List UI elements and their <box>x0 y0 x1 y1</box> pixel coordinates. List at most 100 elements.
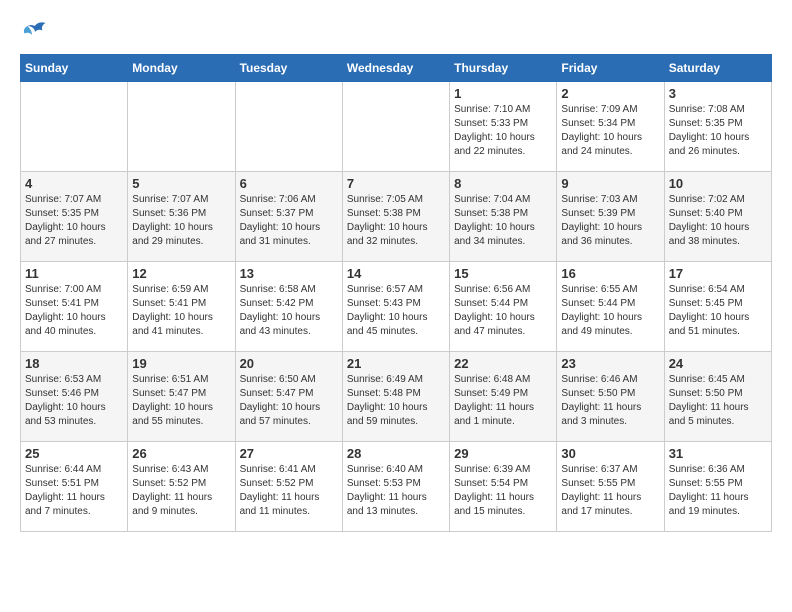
day-number: 11 <box>25 266 123 281</box>
day-number: 18 <box>25 356 123 371</box>
day-info: Sunrise: 6:41 AM Sunset: 5:52 PM Dayligh… <box>240 463 338 519</box>
calendar-cell: 26 Sunrise: 6:43 AM Sunset: 5:52 PM Dayli… <box>128 442 235 532</box>
day-number: 5 <box>132 176 230 191</box>
header <box>20 20 772 44</box>
calendar-cell: 14 Sunrise: 6:57 AM Sunset: 5:43 PM Dayli… <box>342 262 449 352</box>
weekday-header-wednesday: Wednesday <box>342 55 449 82</box>
day-info: Sunrise: 6:51 AM Sunset: 5:47 PM Dayligh… <box>132 373 230 429</box>
calendar-cell: 10 Sunrise: 7:02 AM Sunset: 5:40 PM Dayli… <box>664 172 771 262</box>
day-number: 21 <box>347 356 445 371</box>
calendar-body: 1 Sunrise: 7:10 AM Sunset: 5:33 PM Daylig… <box>21 82 772 532</box>
calendar-cell: 8 Sunrise: 7:04 AM Sunset: 5:38 PM Daylig… <box>450 172 557 262</box>
day-number: 30 <box>561 446 659 461</box>
day-info: Sunrise: 6:57 AM Sunset: 5:43 PM Dayligh… <box>347 283 445 339</box>
day-number: 23 <box>561 356 659 371</box>
calendar-cell: 12 Sunrise: 6:59 AM Sunset: 5:41 PM Dayli… <box>128 262 235 352</box>
calendar-cell: 1 Sunrise: 7:10 AM Sunset: 5:33 PM Daylig… <box>450 82 557 172</box>
logo <box>20 20 54 44</box>
calendar-cell: 21 Sunrise: 6:49 AM Sunset: 5:48 PM Dayli… <box>342 352 449 442</box>
logo-bird-icon <box>20 20 50 44</box>
day-number: 2 <box>561 86 659 101</box>
day-number: 17 <box>669 266 767 281</box>
day-info: Sunrise: 6:53 AM Sunset: 5:46 PM Dayligh… <box>25 373 123 429</box>
weekday-header-thursday: Thursday <box>450 55 557 82</box>
day-number: 8 <box>454 176 552 191</box>
day-info: Sunrise: 6:37 AM Sunset: 5:55 PM Dayligh… <box>561 463 659 519</box>
day-info: Sunrise: 6:45 AM Sunset: 5:50 PM Dayligh… <box>669 373 767 429</box>
day-number: 16 <box>561 266 659 281</box>
weekday-header-friday: Friday <box>557 55 664 82</box>
calendar-week-row: 1 Sunrise: 7:10 AM Sunset: 5:33 PM Daylig… <box>21 82 772 172</box>
day-info: Sunrise: 7:09 AM Sunset: 5:34 PM Dayligh… <box>561 103 659 159</box>
calendar-cell: 24Sunrise: 6:45 AM Sunset: 5:50 PM Dayli… <box>664 352 771 442</box>
day-info: Sunrise: 6:54 AM Sunset: 5:45 PM Dayligh… <box>669 283 767 339</box>
calendar-cell: 17 Sunrise: 6:54 AM Sunset: 5:45 PM Dayli… <box>664 262 771 352</box>
day-info: Sunrise: 6:59 AM Sunset: 5:41 PM Dayligh… <box>132 283 230 339</box>
day-info: Sunrise: 7:10 AM Sunset: 5:33 PM Dayligh… <box>454 103 552 159</box>
calendar-week-row: 25 Sunrise: 6:44 AM Sunset: 5:51 PM Dayli… <box>21 442 772 532</box>
day-info: Sunrise: 7:00 AM Sunset: 5:41 PM Dayligh… <box>25 283 123 339</box>
day-info: Sunrise: 6:43 AM Sunset: 5:52 PM Dayligh… <box>132 463 230 519</box>
day-number: 12 <box>132 266 230 281</box>
day-number: 10 <box>669 176 767 191</box>
weekday-header-sunday: Sunday <box>21 55 128 82</box>
day-info: Sunrise: 6:39 AM Sunset: 5:54 PM Dayligh… <box>454 463 552 519</box>
day-info: Sunrise: 7:08 AM Sunset: 5:35 PM Dayligh… <box>669 103 767 159</box>
day-info: Sunrise: 7:06 AM Sunset: 5:37 PM Dayligh… <box>240 193 338 249</box>
calendar-header: SundayMondayTuesdayWednesdayThursdayFrid… <box>21 55 772 82</box>
day-number: 4 <box>25 176 123 191</box>
calendar-cell: 27 Sunrise: 6:41 AM Sunset: 5:52 PM Dayli… <box>235 442 342 532</box>
day-info: Sunrise: 6:49 AM Sunset: 5:48 PM Dayligh… <box>347 373 445 429</box>
day-number: 20 <box>240 356 338 371</box>
calendar-cell: 2 Sunrise: 7:09 AM Sunset: 5:34 PM Daylig… <box>557 82 664 172</box>
calendar-cell: 16 Sunrise: 6:55 AM Sunset: 5:44 PM Dayli… <box>557 262 664 352</box>
day-number: 7 <box>347 176 445 191</box>
weekday-header-saturday: Saturday <box>664 55 771 82</box>
day-number: 6 <box>240 176 338 191</box>
calendar-cell <box>21 82 128 172</box>
day-number: 26 <box>132 446 230 461</box>
calendar-cell: 29 Sunrise: 6:39 AM Sunset: 5:54 PM Dayli… <box>450 442 557 532</box>
day-info: Sunrise: 6:44 AM Sunset: 5:51 PM Dayligh… <box>25 463 123 519</box>
calendar-cell: 31Sunrise: 6:36 AM Sunset: 5:55 PM Dayli… <box>664 442 771 532</box>
day-info: Sunrise: 7:02 AM Sunset: 5:40 PM Dayligh… <box>669 193 767 249</box>
day-number: 1 <box>454 86 552 101</box>
day-number: 28 <box>347 446 445 461</box>
calendar-week-row: 11 Sunrise: 7:00 AM Sunset: 5:41 PM Dayli… <box>21 262 772 352</box>
day-number: 29 <box>454 446 552 461</box>
calendar-cell: 23Sunrise: 6:46 AM Sunset: 5:50 PM Dayli… <box>557 352 664 442</box>
day-info: Sunrise: 6:50 AM Sunset: 5:47 PM Dayligh… <box>240 373 338 429</box>
day-number: 9 <box>561 176 659 191</box>
day-info: Sunrise: 7:03 AM Sunset: 5:39 PM Dayligh… <box>561 193 659 249</box>
day-info: Sunrise: 6:55 AM Sunset: 5:44 PM Dayligh… <box>561 283 659 339</box>
calendar-week-row: 4 Sunrise: 7:07 AM Sunset: 5:35 PM Daylig… <box>21 172 772 262</box>
day-info: Sunrise: 7:07 AM Sunset: 5:35 PM Dayligh… <box>25 193 123 249</box>
day-info: Sunrise: 6:40 AM Sunset: 5:53 PM Dayligh… <box>347 463 445 519</box>
calendar-cell: 30 Sunrise: 6:37 AM Sunset: 5:55 PM Dayli… <box>557 442 664 532</box>
calendar-cell <box>128 82 235 172</box>
calendar-cell: 28 Sunrise: 6:40 AM Sunset: 5:53 PM Dayli… <box>342 442 449 532</box>
day-number: 15 <box>454 266 552 281</box>
day-number: 19 <box>132 356 230 371</box>
day-number: 22 <box>454 356 552 371</box>
weekday-header-monday: Monday <box>128 55 235 82</box>
calendar-cell: 20 Sunrise: 6:50 AM Sunset: 5:47 PM Dayli… <box>235 352 342 442</box>
day-info: Sunrise: 7:07 AM Sunset: 5:36 PM Dayligh… <box>132 193 230 249</box>
day-number: 27 <box>240 446 338 461</box>
calendar-cell: 25 Sunrise: 6:44 AM Sunset: 5:51 PM Dayli… <box>21 442 128 532</box>
weekday-header-row: SundayMondayTuesdayWednesdayThursdayFrid… <box>21 55 772 82</box>
calendar-cell: 6 Sunrise: 7:06 AM Sunset: 5:37 PM Daylig… <box>235 172 342 262</box>
day-number: 25 <box>25 446 123 461</box>
calendar-cell <box>235 82 342 172</box>
day-info: Sunrise: 7:05 AM Sunset: 5:38 PM Dayligh… <box>347 193 445 249</box>
day-number: 13 <box>240 266 338 281</box>
day-info: Sunrise: 6:48 AM Sunset: 5:49 PM Dayligh… <box>454 373 552 429</box>
day-info: Sunrise: 7:04 AM Sunset: 5:38 PM Dayligh… <box>454 193 552 249</box>
day-info: Sunrise: 6:36 AM Sunset: 5:55 PM Dayligh… <box>669 463 767 519</box>
calendar-cell: 4 Sunrise: 7:07 AM Sunset: 5:35 PM Daylig… <box>21 172 128 262</box>
day-number: 14 <box>347 266 445 281</box>
day-number: 3 <box>669 86 767 101</box>
day-info: Sunrise: 6:56 AM Sunset: 5:44 PM Dayligh… <box>454 283 552 339</box>
calendar-cell: 19 Sunrise: 6:51 AM Sunset: 5:47 PM Dayli… <box>128 352 235 442</box>
calendar-cell: 5 Sunrise: 7:07 AM Sunset: 5:36 PM Daylig… <box>128 172 235 262</box>
